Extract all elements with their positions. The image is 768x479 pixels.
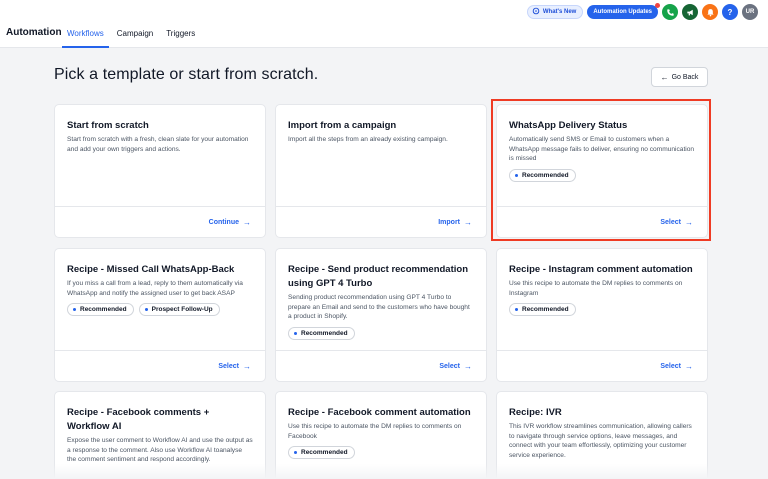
page-title: Pick a template or start from scratch. [54, 66, 319, 83]
template-card-import-campaign[interactable]: Import from a campaign Import all the st… [275, 104, 487, 238]
arrow-left-icon: ← [660, 72, 669, 82]
nav-tabs: Workflows Campaign Triggers [62, 22, 203, 48]
select-label: Select [218, 362, 239, 370]
select-button[interactable]: Select → [218, 362, 251, 371]
import-button[interactable]: Import → [438, 218, 472, 227]
select-button[interactable]: Select → [660, 362, 693, 371]
card-title: Recipe - Instagram comment automation [509, 264, 693, 275]
template-card-instagram-comment[interactable]: Recipe - Instagram comment automation Us… [496, 248, 708, 382]
card-footer: Select → [497, 350, 707, 381]
tab-campaign[interactable]: Campaign [112, 22, 158, 48]
card-title: Recipe - Missed Call WhatsApp-Back [67, 264, 235, 275]
avatar[interactable]: UR [742, 4, 758, 20]
megaphone-icon[interactable] [682, 4, 698, 20]
recommended-badge: Recommended [288, 326, 355, 340]
automation-updates-label: Automation Updates [593, 9, 652, 15]
card-description: This IVR workflow streamlines communicat… [509, 423, 692, 459]
arrow-right-icon: → [685, 361, 693, 371]
select-label: Select [439, 362, 460, 370]
badge-list: Recommended [288, 446, 474, 459]
card-description: If you miss a call from a lead, reply to… [67, 280, 243, 297]
tab-workflows[interactable]: Workflows [62, 22, 109, 48]
card-title: Start from scratch [67, 120, 149, 131]
arrow-right-icon: → [464, 217, 472, 227]
card-description: Import all the steps from an already exi… [288, 136, 448, 143]
card-footer: Import → [276, 206, 486, 237]
card-title: Recipe - Facebook comment automation [288, 407, 471, 418]
continue-button[interactable]: Continue → [209, 218, 251, 227]
recommended-badge: Recommended [288, 446, 355, 459]
go-back-button[interactable]: ← Go Back [651, 67, 708, 87]
card-title: Recipe: IVR [509, 407, 562, 418]
help-icon[interactable]: ? [722, 4, 738, 20]
recommended-badge: Recommended [509, 303, 576, 316]
badge-list: Recommended [288, 326, 474, 340]
import-label: Import [438, 218, 460, 226]
template-card-product-recommendation[interactable]: Recipe - Send product recommendation usi… [275, 248, 487, 382]
tab-triggers[interactable]: Triggers [161, 22, 200, 48]
whats-new-button[interactable]: What's New [526, 5, 584, 19]
card-description: Use this recipe to automate the DM repli… [288, 423, 462, 440]
top-actions: What's New Automation Updates ? UR [526, 3, 758, 20]
arrow-right-icon: → [243, 361, 251, 371]
card-description: Expose the user comment to Workflow AI a… [67, 437, 253, 463]
select-button[interactable]: Select → [439, 362, 472, 371]
card-description: Use this recipe to automate the DM repli… [509, 280, 683, 297]
badge-list: Recommended [509, 303, 695, 316]
notification-dot [655, 3, 660, 8]
automation-updates-button[interactable]: Automation Updates [587, 3, 660, 19]
app-title: Automation [6, 27, 62, 38]
card-footer: Continue → [55, 206, 265, 237]
recommended-badge: Recommended [67, 303, 134, 316]
whats-new-label: What's New [542, 9, 577, 15]
phone-icon[interactable] [662, 4, 678, 20]
bottom-fade [0, 464, 768, 479]
go-back-label: Go Back [671, 73, 699, 81]
card-footer: Select → [276, 350, 486, 381]
card-title: Recipe - Send product recommendation usi… [288, 264, 468, 289]
continue-label: Continue [208, 218, 239, 226]
card-title: Recipe - Facebook comments + Workflow AI [67, 407, 210, 432]
select-label: Select [660, 362, 681, 370]
card-description: Sending product recommendation using GPT… [288, 294, 470, 320]
bell-icon[interactable] [702, 4, 718, 20]
arrow-right-icon: → [243, 217, 251, 227]
arrow-right-icon: → [464, 361, 472, 371]
selection-highlight [491, 99, 711, 241]
top-bar: Automation Workflows Campaign Triggers W… [0, 0, 768, 48]
template-card-missed-call[interactable]: Recipe - Missed Call WhatsApp-Back If yo… [54, 248, 266, 382]
card-footer: Select → [55, 350, 265, 381]
sparkle-icon [532, 7, 540, 17]
template-card-start-from-scratch[interactable]: Start from scratch Start from scratch wi… [54, 104, 266, 238]
prospect-follow-up-badge: Prospect Follow-Up [138, 303, 220, 316]
card-description: Start from scratch with a fresh, clean s… [67, 136, 249, 153]
card-title: Import from a campaign [288, 120, 397, 131]
badge-list: Recommended Prospect Follow-Up [67, 303, 253, 316]
